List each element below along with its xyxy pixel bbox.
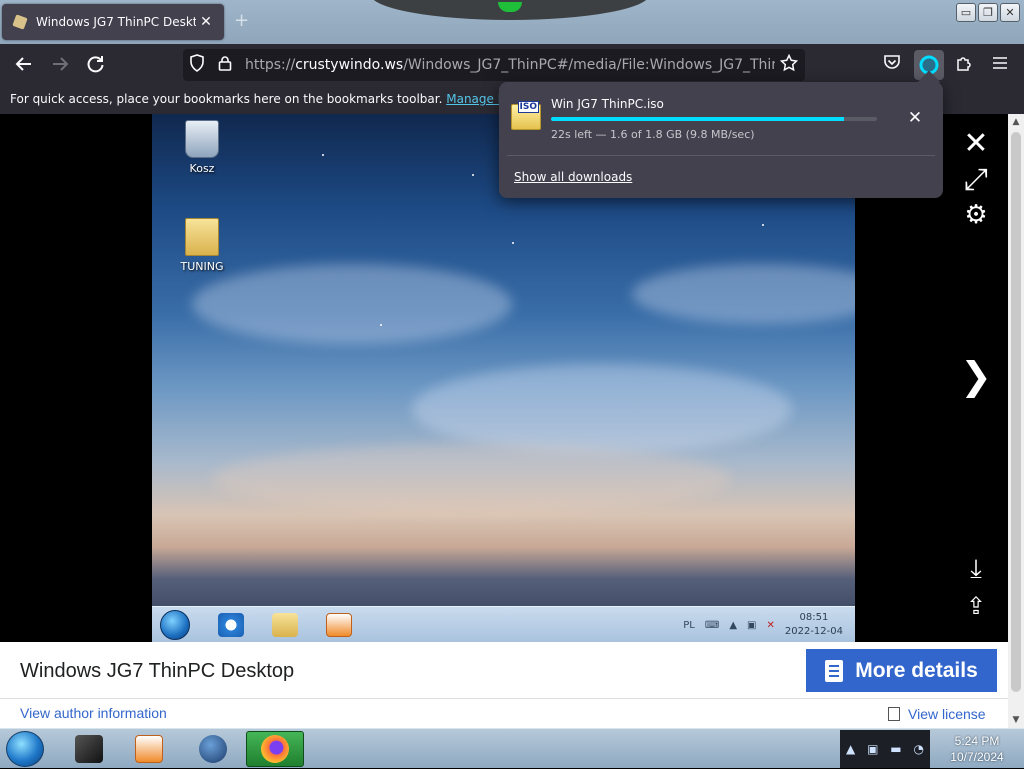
scroll-up-icon[interactable]: ▲ [1008, 114, 1024, 130]
browser-titlebar: Windows JG7 ThinPC Desktop ✕ + ▭ ❐ ✕ [0, 0, 1024, 44]
close-window-button[interactable]: ✕ [1000, 3, 1020, 22]
media-player-icon [135, 735, 163, 763]
tab-title: Windows JG7 ThinPC Desktop [36, 15, 196, 29]
download-file-name[interactable]: Win JG7 ThinPC.iso [551, 97, 664, 111]
view-license-link[interactable]: View license [888, 706, 986, 722]
navigation-toolbar: https://crustywindo.ws/Windows_JG7_ThinP… [0, 44, 1024, 86]
reload-icon[interactable] [84, 54, 108, 76]
host-clock[interactable]: 5:24 PM 10/7/2024 [930, 733, 1024, 765]
language-indicator: PL [683, 619, 695, 631]
guest-taskbar: PL ⌨ ▲ ▣ ✕ 08:51 2022-12-04 [152, 606, 855, 642]
download-status: 22s left — 1.6 of 1.8 GB (9.8 MB/sec) [551, 128, 755, 141]
taskbar-app-globe[interactable] [184, 731, 242, 767]
host-system-tray: ▲ ▣ ▬ ◔ 5:24 PM 10/7/2024 [840, 729, 1024, 769]
divider [0, 698, 1008, 699]
tray-expand-icon[interactable]: ▲ [846, 742, 855, 756]
bookmarks-hint: For quick access, place your bookmarks h… [10, 92, 443, 106]
downloads-panel: ISO Win JG7 ThinPC.iso 22s left — 1.6 of… [499, 70, 943, 198]
desktop-icon-label: Kosz [189, 162, 215, 175]
monitor-icon[interactable]: ▬ [890, 742, 901, 756]
restore-button[interactable]: ❐ [978, 3, 998, 22]
divider [507, 155, 935, 156]
desktop-icon-tuning-folder[interactable]: TUNING [172, 218, 232, 273]
close-viewer-icon[interactable]: ✕ [958, 126, 994, 161]
extensions-puzzle-icon[interactable] [952, 54, 976, 76]
taskbar-app-terminal[interactable] [60, 731, 118, 767]
network-icon: ▣ [747, 619, 757, 631]
taskbar-app-firefox[interactable] [246, 731, 304, 767]
shield-icon[interactable] [183, 54, 211, 76]
internet-explorer-icon [218, 613, 244, 637]
taskbar-app-media-player[interactable] [120, 731, 178, 767]
url-bar[interactable]: https://crustywindo.ws/Windows_JG7_ThinP… [183, 49, 805, 81]
window-controls: ▭ ❐ ✕ [956, 3, 1020, 22]
view-author-link[interactable]: View author information [20, 705, 167, 721]
start-orb-icon[interactable] [6, 731, 44, 767]
folder-icon [185, 218, 219, 256]
download-progress-fill [551, 117, 845, 121]
site-favicon-icon [12, 14, 28, 30]
more-details-label: More details [855, 658, 978, 682]
back-arrow-icon[interactable] [12, 54, 36, 76]
media-info-bar: Windows JG7 ThinPC Desktop More details … [0, 642, 1008, 728]
fullscreen-expand-icon[interactable]: ⤢ [958, 162, 994, 197]
forward-arrow-icon[interactable] [48, 54, 72, 76]
media-player-icon [326, 613, 352, 637]
volume-muted-icon: ✕ [766, 619, 775, 631]
desktop-icon-recycle-bin[interactable]: Kosz [172, 120, 232, 175]
desktop-icon-label: TUNING [180, 260, 224, 273]
guest-system-tray: PL ⌨ ▲ ▣ ✕ 08:51 2022-12-04 [683, 611, 843, 639]
keyboard-icon: ⌨ [704, 619, 720, 631]
host-taskbar: ▲ ▣ ▬ ◔ 5:24 PM 10/7/2024 [0, 728, 1024, 768]
network-icon[interactable]: ▣ [867, 742, 878, 756]
scroll-down-icon[interactable]: ▼ [1008, 712, 1024, 728]
document-icon [825, 659, 844, 682]
show-all-downloads-link[interactable]: Show all downloads [514, 170, 632, 184]
tab-close-icon[interactable]: ✕ [196, 14, 216, 30]
guest-clock: 08:51 2022-12-04 [784, 612, 843, 637]
bookmark-star-icon[interactable] [775, 53, 803, 76]
page-scrollbar[interactable]: ▲ ▼ [1008, 114, 1024, 728]
explorer-folder-icon [272, 613, 298, 637]
iso-file-icon: ISO [511, 101, 541, 130]
firefox-icon [261, 735, 289, 763]
url-text[interactable]: https://crustywindo.ws/Windows_JG7_ThinP… [245, 57, 775, 73]
terminal-icon [75, 735, 103, 763]
next-image-chevron-icon[interactable]: ❯ [958, 354, 994, 398]
lock-icon[interactable] [211, 55, 239, 75]
tray-icons: ▲ ▣ ▬ ◔ [840, 730, 930, 768]
share-icon[interactable]: ⇪ [958, 592, 994, 620]
tab-active[interactable]: Windows JG7 ThinPC Desktop ✕ [2, 4, 224, 40]
hamburger-menu-icon[interactable] [988, 54, 1012, 76]
scrollbar-thumb[interactable] [1011, 132, 1021, 692]
cancel-download-button[interactable]: ✕ [903, 106, 927, 130]
more-details-button[interactable]: More details [806, 649, 997, 692]
guest-start-orb-icon [160, 610, 190, 640]
titlebar-decoration [370, 0, 650, 20]
media-title: Windows JG7 ThinPC Desktop [20, 660, 295, 682]
sync-icon[interactable]: ◔ [914, 742, 924, 756]
download-progress-bar [551, 117, 877, 121]
minimize-button[interactable]: ▭ [956, 3, 976, 22]
pocket-icon[interactable] [880, 54, 904, 76]
license-icon [888, 707, 900, 721]
globe-icon [199, 735, 227, 763]
tray-expand-icon: ▲ [729, 619, 738, 631]
recycle-bin-icon [185, 120, 219, 158]
settings-gear-icon[interactable]: ⚙ [958, 200, 994, 230]
new-tab-button[interactable]: + [234, 10, 249, 31]
download-icon[interactable]: ⤓ [958, 554, 994, 585]
